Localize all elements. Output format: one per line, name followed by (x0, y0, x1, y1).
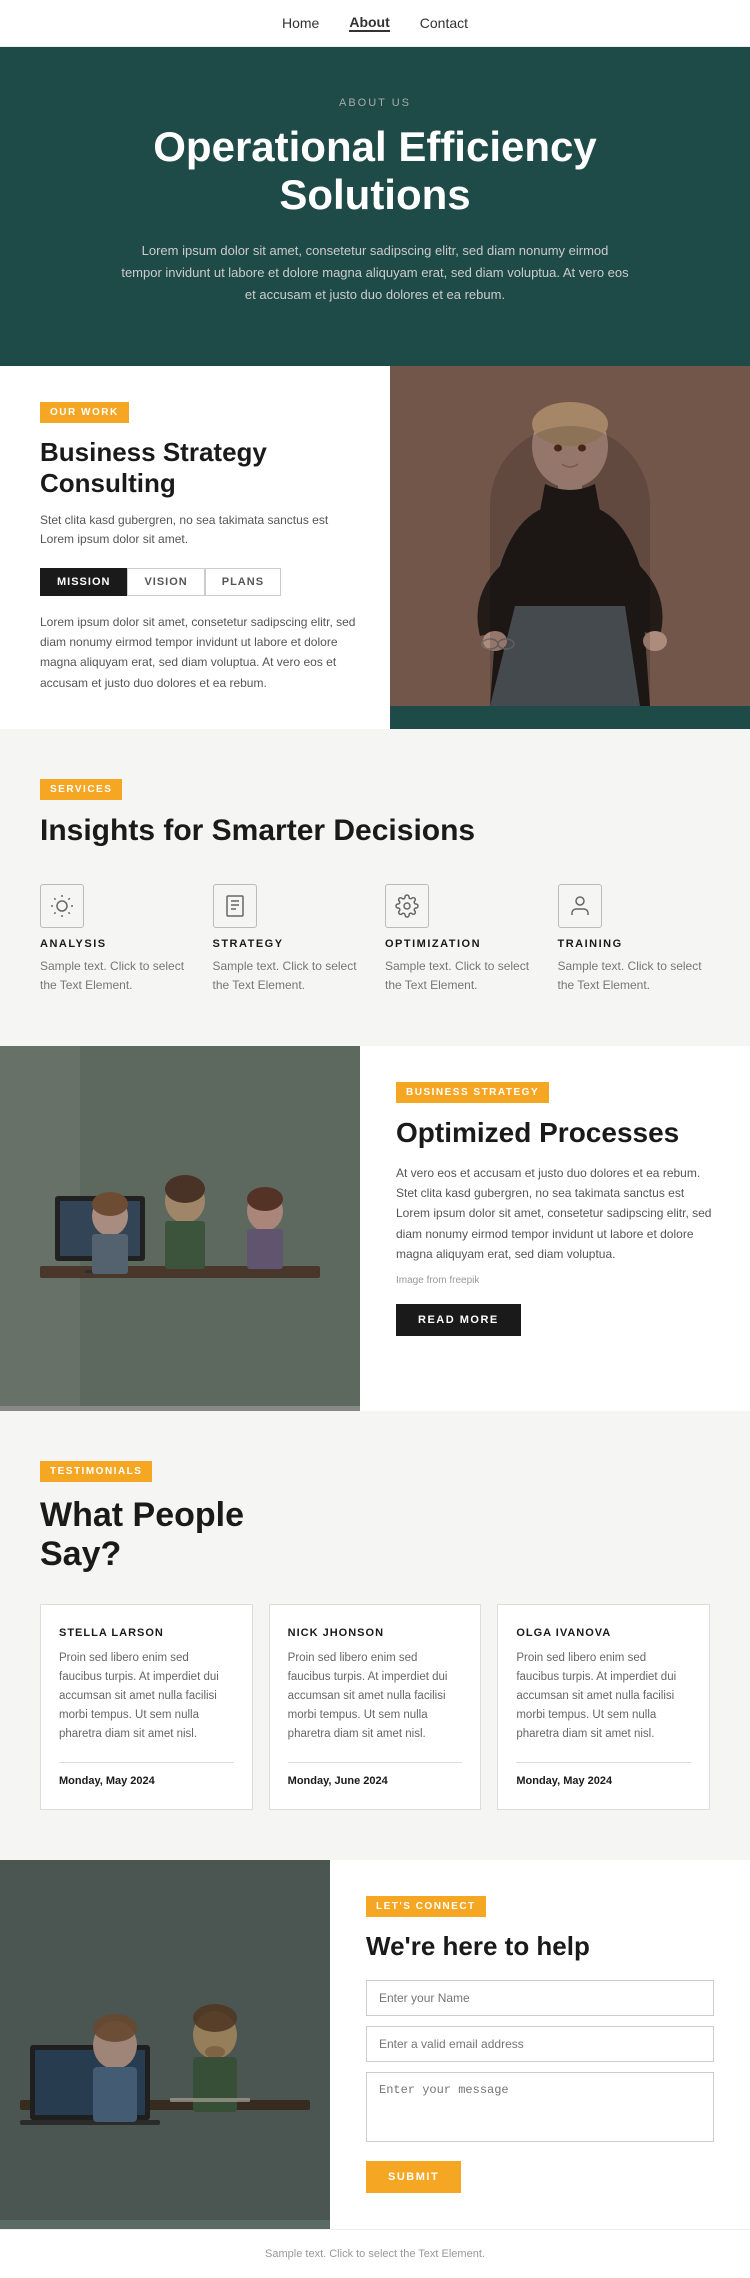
services-title: Insights for Smarter Decisions (40, 814, 710, 848)
email-input[interactable] (366, 2026, 714, 2062)
message-input[interactable] (366, 2072, 714, 2142)
services-badge: SERVICES (40, 779, 122, 800)
our-work-tabs: MISSION VISION PLANS (40, 568, 360, 596)
optimized-image (0, 1046, 360, 1411)
testimonials-title: What People Say? (40, 1496, 710, 1574)
our-work-title: Business Strategy Consulting (40, 437, 360, 499)
contact-badge: LET'S CONNECT (366, 1896, 486, 1917)
analysis-icon (40, 884, 84, 928)
optimized-section: BUSINESS STRATEGY Optimized Processes At… (0, 1046, 750, 1411)
nav-about[interactable]: About (349, 14, 389, 32)
contact-title: We're here to help (366, 1931, 714, 1962)
testimonial-olga: OLGA IVANOVA Proin sed libero enim sed f… (497, 1604, 710, 1810)
our-work-subtitle: Stet clita kasd gubergren, no sea takima… (40, 511, 360, 549)
strategy-icon (213, 884, 257, 928)
image-credit: Image from freepik (396, 1275, 714, 1286)
testimonials-grid: STELLA LARSON Proin sed libero enim sed … (40, 1604, 710, 1810)
contact-section: LET'S CONNECT We're here to help SUBMIT (0, 1860, 750, 2229)
testimonial-stella: STELLA LARSON Proin sed libero enim sed … (40, 1604, 253, 1810)
hero-section: ABOUT US Operational Efficiency Solution… (0, 47, 750, 366)
testimonial-name-2: OLGA IVANOVA (516, 1627, 691, 1639)
nav-contact[interactable]: Contact (420, 15, 468, 31)
optimized-badge: BUSINESS STRATEGY (396, 1082, 549, 1103)
service-strategy: STRATEGY Sample text. Click to select th… (213, 884, 366, 995)
tab-mission[interactable]: MISSION (40, 568, 127, 596)
hero-title: Operational Efficiency Solutions (120, 123, 630, 220)
hero-description: Lorem ipsum dolor sit amet, consetetur s… (120, 240, 630, 306)
testimonial-text-2: Proin sed libero enim sed faucibus turpi… (516, 1649, 691, 1744)
training-icon (558, 884, 602, 928)
footer-text: Sample text. Click to select the Text El… (18, 2248, 732, 2260)
strategy-label: STRATEGY (213, 938, 366, 950)
service-analysis: ANALYSIS Sample text. Click to select th… (40, 884, 193, 995)
optimization-icon (385, 884, 429, 928)
our-work-body: Lorem ipsum dolor sit amet, consetetur s… (40, 612, 360, 694)
testimonial-nick: NICK JHONSON Proin sed libero enim sed f… (269, 1604, 482, 1810)
optimized-title: Optimized Processes (396, 1117, 714, 1149)
service-optimization: OPTIMIZATION Sample text. Click to selec… (385, 884, 538, 995)
read-more-button[interactable]: READ MORE (396, 1304, 521, 1336)
services-section: SERVICES Insights for Smarter Decisions … (0, 729, 750, 1045)
services-grid: ANALYSIS Sample text. Click to select th… (40, 884, 710, 995)
our-work-badge: OUR WORK (40, 402, 129, 423)
contact-form: LET'S CONNECT We're here to help SUBMIT (330, 1860, 750, 2229)
optimization-label: OPTIMIZATION (385, 938, 538, 950)
service-training: TRAINING Sample text. Click to select th… (558, 884, 711, 995)
navigation: Home About Contact (0, 0, 750, 47)
analysis-text: Sample text. Click to select the Text El… (40, 957, 193, 995)
testimonial-date-0: Monday, May 2024 (59, 1762, 234, 1787)
hero-label: ABOUT US (120, 97, 630, 109)
name-input[interactable] (366, 1980, 714, 2016)
testimonial-name-1: NICK JHONSON (288, 1627, 463, 1639)
nav-home[interactable]: Home (282, 15, 319, 31)
our-work-content: OUR WORK Business Strategy Consulting St… (0, 366, 390, 729)
testimonial-name-0: STELLA LARSON (59, 1627, 234, 1639)
contact-image (0, 1860, 330, 2229)
training-text: Sample text. Click to select the Text El… (558, 957, 711, 995)
optimized-body: At vero eos et accusam et justo duo dolo… (396, 1163, 714, 1265)
person-image (390, 366, 750, 706)
testimonial-date-1: Monday, June 2024 (288, 1762, 463, 1787)
analysis-label: ANALYSIS (40, 938, 193, 950)
footer: Sample text. Click to select the Text El… (0, 2229, 750, 2278)
our-work-image (390, 366, 750, 729)
testimonial-text-1: Proin sed libero enim sed faucibus turpi… (288, 1649, 463, 1744)
tab-plans[interactable]: PLANS (205, 568, 281, 596)
testimonials-section: TESTIMONIALS What People Say? STELLA LAR… (0, 1411, 750, 1860)
testimonial-text-0: Proin sed libero enim sed faucibus turpi… (59, 1649, 234, 1744)
strategy-text: Sample text. Click to select the Text El… (213, 957, 366, 995)
submit-button[interactable]: SUBMIT (366, 2161, 461, 2193)
testimonials-badge: TESTIMONIALS (40, 1461, 152, 1482)
optimization-text: Sample text. Click to select the Text El… (385, 957, 538, 995)
tab-vision[interactable]: VISION (127, 568, 204, 596)
training-label: TRAINING (558, 938, 711, 950)
testimonial-date-2: Monday, May 2024 (516, 1762, 691, 1787)
our-work-section: OUR WORK Business Strategy Consulting St… (0, 366, 750, 729)
optimized-content: BUSINESS STRATEGY Optimized Processes At… (360, 1046, 750, 1411)
